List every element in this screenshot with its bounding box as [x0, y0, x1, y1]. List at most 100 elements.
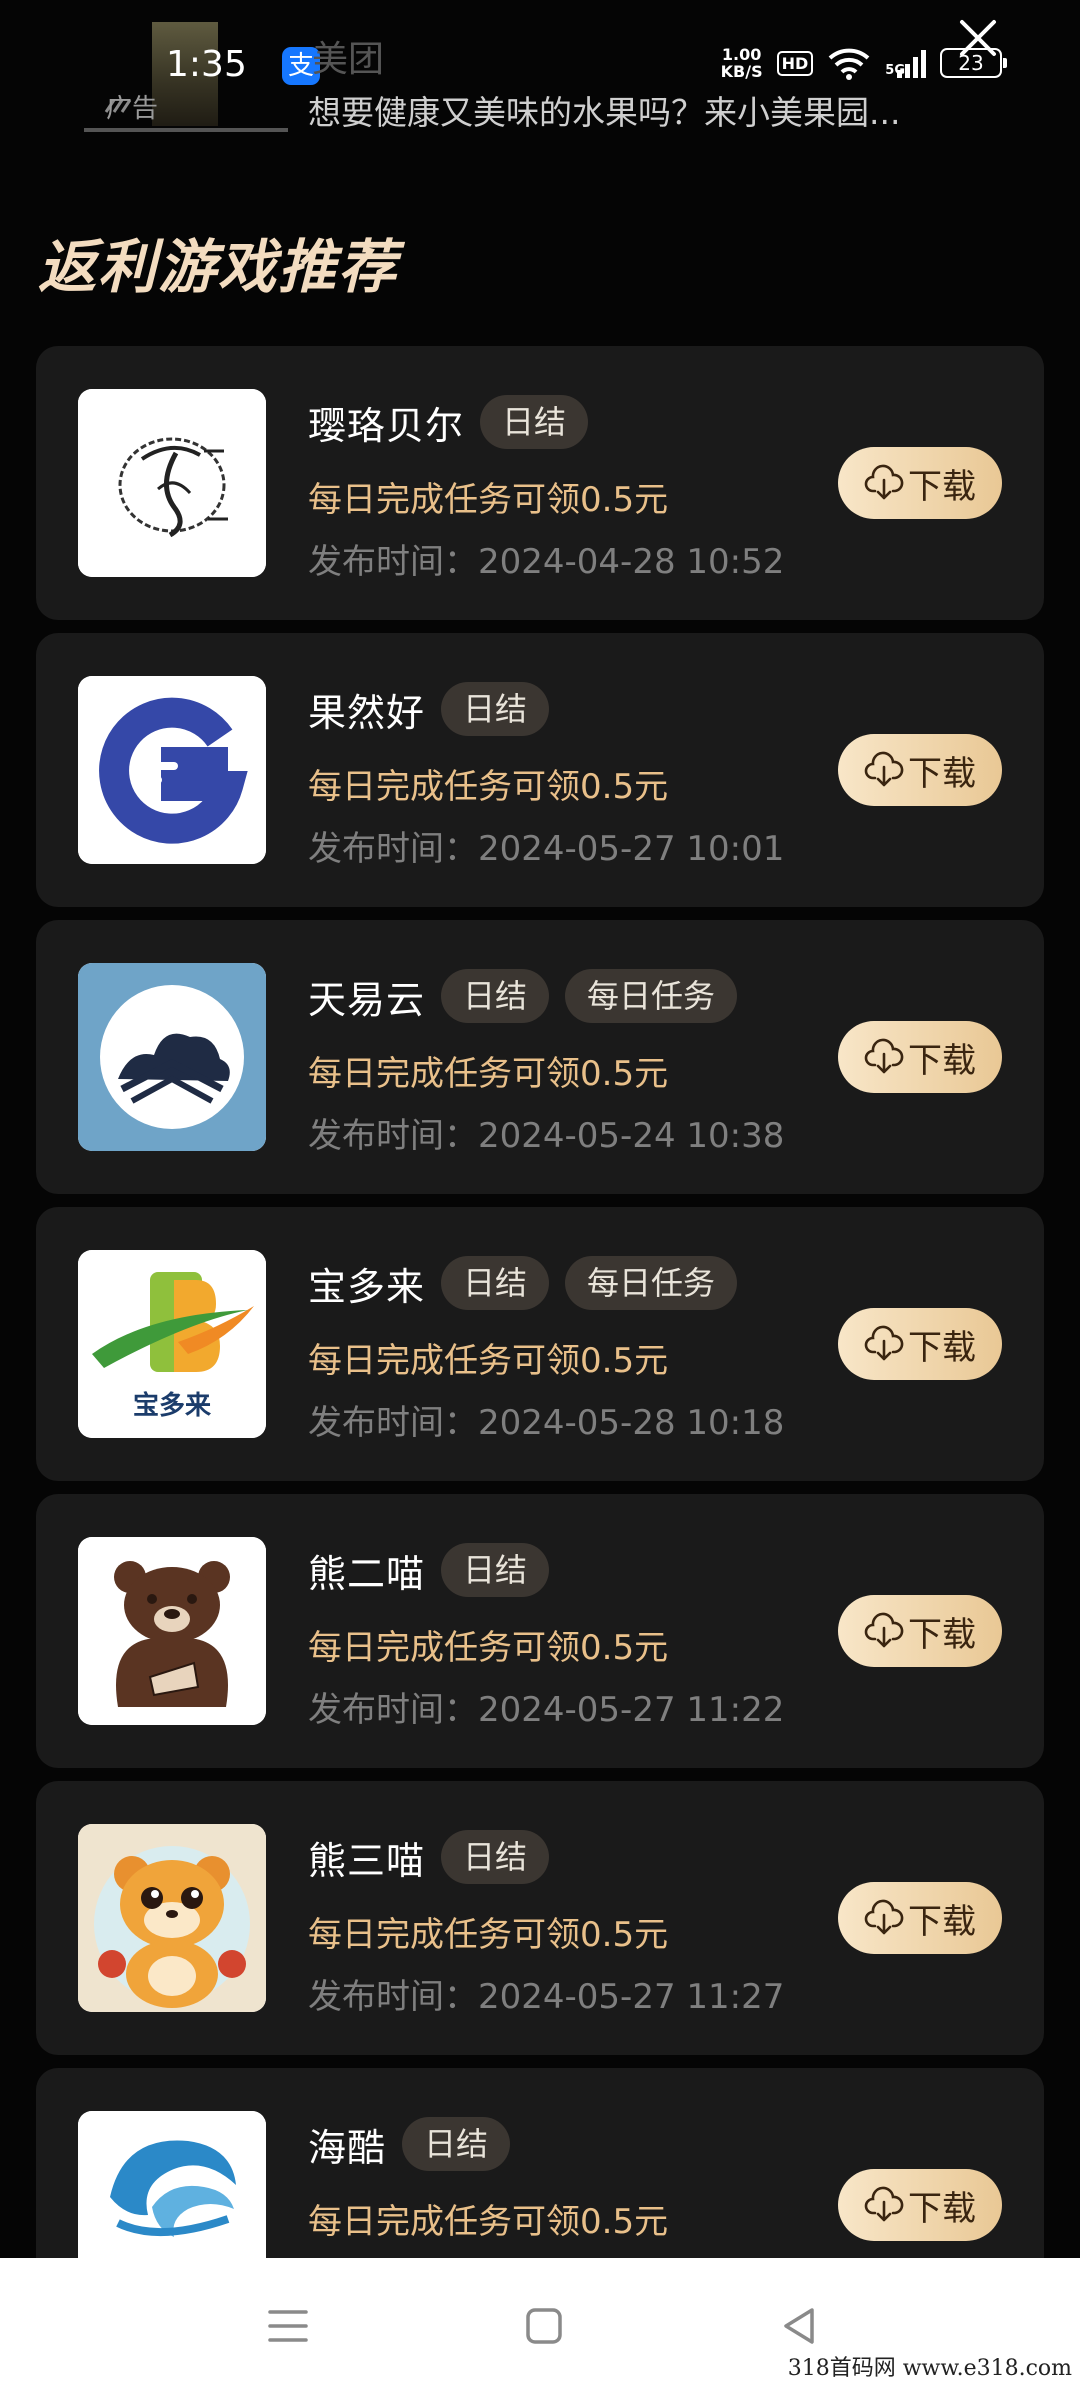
publish-time-value: 2024-05-27 11:27 [478, 1977, 785, 2017]
back-triangle-icon[interactable] [770, 2296, 830, 2356]
net-speed: 1.00 KB/S [721, 46, 763, 80]
download-label: 下载 [908, 753, 976, 794]
publish-time: 发布时间：2024-05-24 10:38 [308, 1108, 784, 1157]
b-logo-icon[interactable]: 宝多来 [78, 1250, 266, 1438]
publish-time-value: 2024-05-27 10:01 [478, 829, 785, 869]
download-label: 下载 [908, 1327, 976, 1368]
download-label: 下载 [908, 1901, 976, 1942]
app-name[interactable]: 宝多来 [308, 1256, 425, 1311]
app-name[interactable]: 果然好 [308, 682, 425, 737]
download-label: 下载 [908, 1614, 976, 1655]
download-button[interactable]: 下载 [838, 1595, 1002, 1667]
cloud-download-icon [864, 1038, 904, 1074]
cloud-download-icon [864, 464, 904, 500]
section-title: 返利游戏推荐 [38, 233, 399, 301]
publish-time: 发布时间：2024-05-27 11:27 [308, 1969, 784, 2018]
publish-time-value: 2024-04-28 10:52 [478, 542, 785, 582]
reward-text: 每日完成任务可领0.5元 [308, 767, 669, 807]
title-row: 熊三喵 日结 [308, 1829, 550, 1885]
publish-time: 发布时间：2024-05-27 10:01 [308, 821, 784, 870]
download-button[interactable]: 下载 [838, 447, 1002, 519]
publish-time-label: 发布时间： [308, 1690, 478, 1730]
cloud-download-icon [864, 751, 904, 787]
status-bar: 广告 1:35 支 美团 想要健康又美味的水果吗？来小美果园... 1.00 K… [0, 0, 1080, 140]
tiger-cub-logo-icon[interactable] [78, 1824, 266, 2012]
yingluo-logo-icon[interactable] [78, 389, 266, 577]
app-name[interactable]: 熊二喵 [308, 1543, 425, 1598]
publish-time: 发布时间：2024-04-28 10:52 [308, 534, 784, 583]
net-speed-value: 1.00 [721, 45, 762, 64]
reward-text: 每日完成任务可领0.5元 [308, 1054, 669, 1094]
publish-time-value: 2024-05-24 10:38 [478, 1116, 785, 1156]
close-icon[interactable] [956, 16, 1000, 60]
game-card[interactable]: 熊三喵 日结 每日完成任务可领0.5元 发布时间：2024-05-27 11:2… [36, 1781, 1044, 2055]
home-square-icon[interactable] [514, 2296, 574, 2356]
bear-logo-icon[interactable] [78, 1537, 266, 1725]
title-row: 熊二喵 日结 [308, 1542, 550, 1598]
tag-badge: 日结 [480, 395, 589, 449]
publish-time: 发布时间：2024-05-27 11:22 [308, 1682, 784, 1731]
ad-text[interactable]: 想要健康又美味的水果吗？来小美果园... [308, 86, 900, 134]
publish-time-value: 2024-05-28 10:18 [478, 1403, 785, 1443]
reward-text: 每日完成任务可领0.5元 [308, 1341, 669, 1381]
game-card[interactable]: 熊二喵 日结 每日完成任务可领0.5元 发布时间：2024-05-27 11:2… [36, 1494, 1044, 1768]
signal-icon [897, 48, 926, 78]
publish-time: 发布时间：2024-05-28 10:18 [308, 1395, 784, 1444]
reward-text: 每日完成任务可领0.5元 [308, 1628, 669, 1668]
download-button[interactable]: 下载 [838, 1882, 1002, 1954]
title-row: 果然好 日结 [308, 681, 550, 737]
cloud-download-icon [864, 1325, 904, 1361]
navigation-bar: 318首码网 www.e318.com [0, 2258, 1080, 2388]
app-name[interactable]: 海酷 [308, 2117, 386, 2172]
ad-tag: 广告 [106, 94, 159, 124]
download-label: 下载 [908, 1040, 976, 1081]
tag-badge: 日结 [441, 1256, 550, 1310]
tag-badge: 日结 [441, 1543, 550, 1597]
hd-icon: HD [776, 50, 814, 76]
publish-time-label: 发布时间： [308, 542, 478, 582]
game-card[interactable]: 果然好 日结 每日完成任务可领0.5元 发布时间：2024-05-27 10:0… [36, 633, 1044, 907]
cloud-download-icon [864, 1899, 904, 1935]
tag-badge: 每日任务 [565, 1256, 738, 1310]
download-button[interactable]: 下载 [838, 2169, 1002, 2241]
menu-icon[interactable] [258, 2296, 318, 2356]
download-button[interactable]: 下载 [838, 1308, 1002, 1380]
status-time: 1:35 [166, 44, 247, 85]
download-button[interactable]: 下载 [838, 1021, 1002, 1093]
title-row: 宝多来 日结 每日任务 [308, 1255, 738, 1311]
download-button[interactable]: 下载 [838, 734, 1002, 806]
download-label: 下载 [908, 2188, 976, 2229]
g-logo-icon[interactable] [78, 676, 266, 864]
publish-time-label: 发布时间： [308, 1116, 478, 1156]
publish-time-label: 发布时间： [308, 1977, 478, 2017]
reward-text: 每日完成任务可领0.5元 [308, 2202, 669, 2242]
tag-badge: 日结 [441, 1830, 550, 1884]
wifi-icon [828, 48, 870, 80]
tag-badge: 日结 [402, 2117, 511, 2171]
ad-brand[interactable]: 美团 [312, 30, 384, 82]
title-row: 璎珞贝尔 日结 [308, 394, 589, 450]
publish-time-label: 发布时间： [308, 829, 478, 869]
reward-text: 每日完成任务可领0.5元 [308, 1915, 669, 1955]
cloud-download-icon [864, 1612, 904, 1648]
icon-label: 宝多来 [133, 1390, 212, 1421]
app-name[interactable]: 天易云 [308, 969, 425, 1024]
app-name[interactable]: 璎珞贝尔 [308, 395, 464, 450]
game-card[interactable]: 天易云 日结 每日任务 每日完成任务可领0.5元 发布时间：2024-05-24 … [36, 920, 1044, 1194]
game-card[interactable]: 宝多来 宝多来 日结 每日任务 每日完成任务可领0.5元 发布时间：2024-05… [36, 1207, 1044, 1481]
game-card[interactable]: 璎珞贝尔 日结 每日完成任务可领0.5元 发布时间：2024-04-28 10:… [36, 346, 1044, 620]
publish-time-label: 发布时间： [308, 1403, 478, 1443]
cloud-logo-icon[interactable] [78, 963, 266, 1151]
ad-divider [84, 128, 288, 132]
cloud-download-icon [864, 2186, 904, 2222]
game-list: 璎珞贝尔 日结 每日完成任务可领0.5元 发布时间：2024-04-28 10:… [36, 346, 1044, 2355]
title-row: 海酷 日结 [308, 2116, 511, 2172]
publish-time-value: 2024-05-27 11:22 [478, 1690, 785, 1730]
tag-badge: 日结 [441, 682, 550, 736]
tag-badge: 每日任务 [565, 969, 738, 1023]
app-name[interactable]: 熊三喵 [308, 1830, 425, 1885]
watermark: 318首码网 www.e318.com [787, 2356, 1072, 2381]
download-label: 下载 [908, 466, 976, 507]
reward-text: 每日完成任务可领0.5元 [308, 480, 669, 520]
tag-badge: 日结 [441, 969, 550, 1023]
